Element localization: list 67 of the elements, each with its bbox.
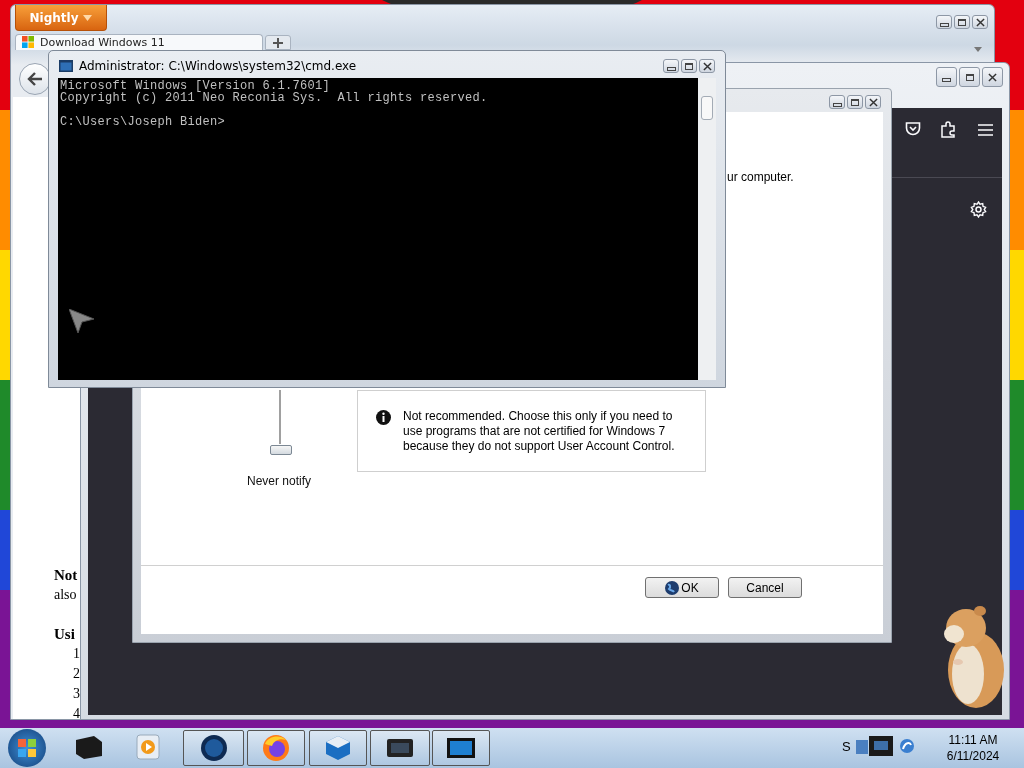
minimize-button[interactable]	[663, 59, 679, 73]
taskbar-app-button[interactable]	[370, 730, 430, 766]
maximize-button[interactable]	[954, 15, 970, 29]
info-icon	[376, 410, 391, 425]
caret-icon	[83, 14, 93, 21]
page-text: Usi	[54, 626, 75, 642]
globe-icon	[665, 580, 680, 595]
caret-icon	[974, 47, 982, 52]
settings-icon[interactable]	[970, 201, 987, 218]
cube-icon	[324, 734, 352, 762]
minimize-button[interactable]	[829, 95, 845, 109]
close-button[interactable]	[982, 67, 1003, 87]
monitor-icon	[386, 737, 414, 759]
maximize-button[interactable]	[681, 59, 697, 73]
app-tray-icon[interactable]	[898, 738, 915, 754]
cursor-icon	[69, 309, 95, 333]
page-text: 3	[73, 686, 80, 702]
minimize-button[interactable]	[936, 15, 952, 29]
start-button[interactable]	[8, 729, 46, 767]
close-button[interactable]	[972, 15, 988, 29]
pocket-icon[interactable]	[905, 122, 921, 137]
window-title: Administrator: C:\Windows\system32\cmd.exe	[79, 59, 357, 73]
clock[interactable]: 11:11 AM 6/11/2024	[938, 732, 1008, 764]
close-button[interactable]	[865, 95, 881, 109]
console-icon	[59, 60, 73, 72]
taskbar-app-button[interactable]	[247, 730, 305, 766]
network-icon[interactable]	[854, 734, 895, 758]
console-line: Copyright (c) 2011 Neo Reconia Sys. All rights reserved.	[60, 92, 489, 104]
cancel-button[interactable]: Cancel	[728, 577, 802, 598]
globe-icon	[199, 734, 228, 762]
plus-icon	[273, 38, 283, 48]
back-arrow-icon	[27, 72, 43, 86]
screen-icon	[446, 737, 476, 759]
ok-button[interactable]: OK	[645, 577, 719, 598]
dialog-text: ur computer.	[727, 170, 794, 184]
close-icon	[702, 61, 712, 71]
taskbar-app-button[interactable]	[183, 730, 244, 766]
page-text: Not	[54, 567, 78, 583]
fox-globe-icon	[262, 734, 290, 762]
scrollbar[interactable]	[698, 78, 716, 380]
new-tab-button[interactable]	[265, 35, 291, 50]
slider-label: Never notify	[247, 474, 312, 488]
page-text: also	[54, 587, 77, 603]
windows-logo-icon	[22, 36, 34, 48]
console-line: Microsoft Windows [Version 6.1.7601]	[60, 80, 332, 92]
back-button[interactable]	[19, 63, 51, 95]
close-icon	[868, 97, 878, 107]
puzzle-icon[interactable]	[941, 121, 956, 138]
info-text: Not recommended. Choose this only if you need to use programs that are not certified for Windows 7 because they do not support User Account Control.	[403, 409, 676, 455]
close-button[interactable]	[699, 59, 715, 73]
page-text: 2	[73, 666, 80, 682]
browser-tab[interactable]: Download Windows 11	[15, 34, 263, 50]
maximize-button[interactable]	[847, 95, 863, 109]
close-icon	[988, 72, 997, 82]
page-text: 1	[73, 646, 80, 662]
taskbar-app-button[interactable]	[309, 730, 367, 766]
slider-thumb[interactable]	[270, 445, 292, 455]
close-icon	[975, 17, 985, 27]
box-icon[interactable]	[74, 734, 104, 760]
tray-text: S	[842, 738, 851, 754]
console-prompt: C:\Users\Joseph Biden>	[60, 116, 227, 128]
menu-icon[interactable]	[978, 124, 993, 136]
taskbar-app-button[interactable]	[432, 730, 490, 766]
page-text: 4	[73, 706, 80, 722]
windows-logo-icon	[18, 739, 36, 757]
minimize-button[interactable]	[936, 67, 957, 87]
maximize-button[interactable]	[959, 67, 980, 87]
